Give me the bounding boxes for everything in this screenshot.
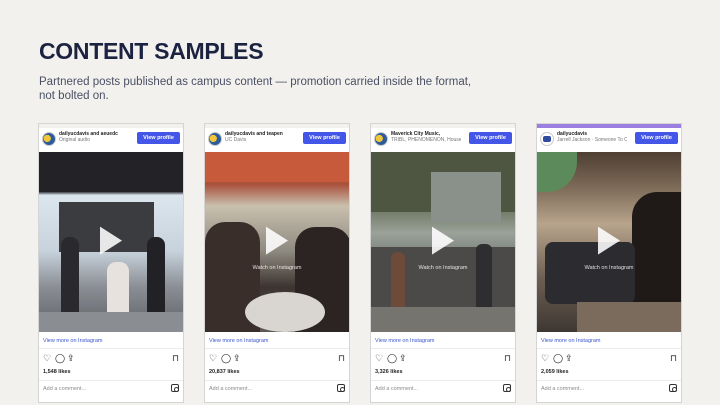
post-header: Maverick City Music, TRIBL, PHENOMENON, …	[371, 128, 515, 152]
share-icon[interactable]: ⇪	[399, 354, 408, 363]
page-subtitle: Partnered posts published as campus cont…	[39, 76, 472, 102]
likes-count[interactable]: 1,548 likes	[43, 369, 71, 375]
divider	[205, 380, 349, 381]
post-card-3[interactable]: Maverick City Music, TRIBL, PHENOMENON, …	[370, 123, 516, 403]
bookmark-icon[interactable]: ⊓	[172, 354, 181, 363]
post-header: dailyucdavis and teapen UC Davis View pr…	[205, 128, 349, 152]
post-card-4[interactable]: dailyucdavis Jarrell Jackson · Someone T…	[536, 123, 682, 403]
account-avatar[interactable]	[374, 132, 388, 146]
divider	[371, 348, 515, 349]
account-avatar[interactable]	[540, 132, 554, 146]
table-edge	[577, 302, 681, 332]
post-actions: ♡ ◯ ⇪ ⊓	[541, 354, 679, 366]
play-icon[interactable]	[598, 226, 620, 255]
heart-icon[interactable]: ♡	[43, 354, 52, 363]
comment-icon[interactable]: ◯	[55, 354, 65, 363]
view-more-link[interactable]: View more on Instagram	[375, 338, 435, 344]
person-figure	[61, 237, 79, 322]
likes-count[interactable]: 20,837 likes	[209, 369, 240, 375]
instagram-icon[interactable]	[669, 384, 677, 392]
add-comment-input[interactable]: Add a comment...	[541, 386, 584, 392]
floor	[39, 312, 183, 332]
instagram-icon[interactable]	[503, 384, 511, 392]
instagram-icon[interactable]	[171, 384, 179, 392]
share-icon[interactable]: ⇪	[565, 354, 574, 363]
page-title: CONTENT SAMPLES	[39, 38, 264, 64]
comment-icon[interactable]: ◯	[221, 354, 231, 363]
view-profile-button[interactable]: View profile	[635, 132, 678, 144]
location-label: UC Davis	[225, 137, 247, 143]
bookmark-icon[interactable]: ⊓	[504, 354, 513, 363]
audio-label: Original audio	[59, 137, 90, 143]
view-more-link[interactable]: View more on Instagram	[43, 338, 103, 344]
post-actions: ♡ ◯ ⇪ ⊓	[209, 354, 347, 366]
video-thumbnail[interactable]: Watch on Instagram	[205, 152, 349, 332]
post-card-2[interactable]: dailyucdavis and teapen UC Davis View pr…	[204, 123, 350, 403]
view-profile-button[interactable]: View profile	[137, 132, 180, 144]
post-header: dailyucdavis Jarrell Jackson · Someone T…	[537, 128, 681, 152]
ceiling-shadow	[39, 152, 183, 192]
view-more-link[interactable]: View more on Instagram	[209, 338, 269, 344]
divider	[371, 380, 515, 381]
play-icon[interactable]	[100, 226, 122, 255]
heart-icon[interactable]: ♡	[541, 354, 550, 363]
heart-icon[interactable]: ♡	[209, 354, 218, 363]
phone-screen	[545, 242, 635, 304]
divider	[205, 348, 349, 349]
divider	[39, 380, 183, 381]
likes-count[interactable]: 3,326 likes	[375, 369, 403, 375]
share-icon[interactable]: ⇪	[67, 354, 76, 363]
audio-label: TRIBL, PHENOMENON, Housefires - I Thank …	[391, 137, 461, 143]
post-header: dailyucdavis and aeuedc Original audio V…	[39, 128, 183, 152]
post-actions: ♡ ◯ ⇪ ⊓	[43, 354, 181, 366]
divider	[39, 348, 183, 349]
add-comment-input[interactable]: Add a comment...	[209, 386, 252, 392]
table-top	[245, 292, 325, 332]
heart-icon[interactable]: ♡	[375, 354, 384, 363]
play-icon[interactable]	[432, 226, 454, 255]
divider	[537, 348, 681, 349]
watch-on-instagram-label[interactable]: Watch on Instagram	[205, 265, 349, 271]
pavement	[371, 307, 515, 332]
watch-on-instagram-label[interactable]: Watch on Instagram	[537, 265, 681, 271]
view-profile-button[interactable]: View profile	[303, 132, 346, 144]
instagram-icon[interactable]	[337, 384, 345, 392]
view-profile-button[interactable]: View profile	[469, 132, 512, 144]
post-header-text: dailyucdavis and aeuedc Original audio	[59, 131, 129, 143]
likes-count[interactable]: 2,059 likes	[541, 369, 569, 375]
post-header-text: dailyucdavis Jarrell Jackson · Someone T…	[557, 131, 627, 143]
post-card-1[interactable]: dailyucdavis and aeuedc Original audio V…	[38, 123, 184, 403]
account-avatar[interactable]	[42, 132, 56, 146]
bookmark-icon[interactable]: ⊓	[670, 354, 679, 363]
play-icon[interactable]	[266, 226, 288, 255]
plant	[537, 152, 577, 192]
audio-label: Jarrell Jackson · Someone To Call My Lov…	[557, 137, 627, 143]
building	[431, 172, 501, 222]
post-header-text: dailyucdavis and teapen UC Davis	[225, 131, 295, 143]
bookmark-icon[interactable]: ⊓	[338, 354, 347, 363]
add-comment-input[interactable]: Add a comment...	[43, 386, 86, 392]
video-thumbnail[interactable]: Watch on Instagram	[371, 152, 515, 332]
red-awning	[205, 152, 349, 182]
video-thumbnail[interactable]: Watch on Instagram	[537, 152, 681, 332]
share-icon[interactable]: ⇪	[233, 354, 242, 363]
post-actions: ♡ ◯ ⇪ ⊓	[375, 354, 513, 366]
post-header-text: Maverick City Music, TRIBL, PHENOMENON, …	[391, 131, 461, 143]
view-more-link[interactable]: View more on Instagram	[541, 338, 601, 344]
comment-icon[interactable]: ◯	[553, 354, 563, 363]
divider	[537, 380, 681, 381]
comment-icon[interactable]: ◯	[387, 354, 397, 363]
account-avatar[interactable]	[208, 132, 222, 146]
video-thumbnail[interactable]	[39, 152, 183, 332]
add-comment-input[interactable]: Add a comment...	[375, 386, 418, 392]
watch-on-instagram-label[interactable]: Watch on Instagram	[371, 265, 515, 271]
